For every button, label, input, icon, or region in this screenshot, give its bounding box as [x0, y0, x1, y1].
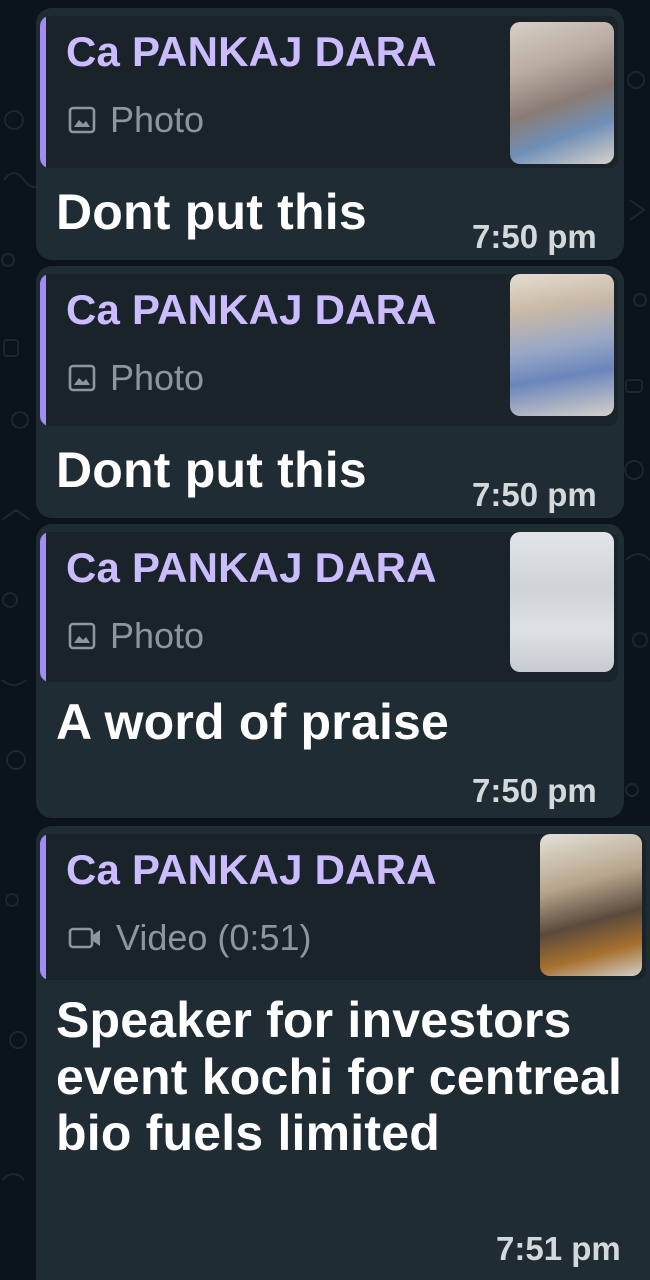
- image-icon: [68, 364, 96, 392]
- quote-accent-bar: [40, 16, 46, 168]
- quoted-photo-thumbnail: [510, 274, 614, 416]
- message-bubble[interactable]: Ca PANKAJ DARA Photo A word of praise 7:…: [36, 524, 624, 818]
- quoted-message[interactable]: Ca PANKAJ DARA Photo: [40, 16, 618, 168]
- quoted-message[interactable]: Ca PANKAJ DARA Photo: [40, 532, 618, 682]
- message-timestamp: 7:50 pm: [472, 772, 597, 809]
- quoted-message[interactable]: Ca PANKAJ DARA Photo: [40, 274, 618, 426]
- quote-accent-bar: [40, 834, 46, 980]
- message-bubble[interactable]: Ca PANKAJ DARA Photo Dont put this 7:50 …: [36, 8, 624, 260]
- media-type-label: Video (0:51): [116, 917, 312, 958]
- quoted-sender-name: Ca PANKAJ DARA: [66, 28, 437, 75]
- media-type-label: Photo: [110, 357, 205, 398]
- quoted-video-thumbnail: [540, 834, 642, 976]
- quoted-sender-name: Ca PANKAJ DARA: [66, 544, 437, 591]
- quote-accent-bar: [40, 532, 46, 682]
- quoted-photo-thumbnail: [510, 532, 614, 672]
- message-timestamp: 7:50 pm: [472, 476, 597, 513]
- quoted-media-label: Photo: [68, 614, 204, 658]
- quote-accent-bar: [40, 274, 46, 426]
- media-type-label: Photo: [110, 99, 205, 140]
- image-icon: [68, 106, 96, 134]
- message-text: Speaker for investors event kochi for ce…: [56, 992, 623, 1161]
- quoted-sender-name: Ca PANKAJ DARA: [66, 286, 437, 333]
- message-bubble[interactable]: Ca PANKAJ DARA Photo Dont put this 7:50 …: [36, 266, 624, 518]
- message-timestamp: 7:50 pm: [472, 218, 597, 255]
- quoted-message[interactable]: Ca PANKAJ DARA Video (0:51): [40, 834, 646, 980]
- image-icon: [68, 622, 96, 650]
- message-timestamp: 7:51 pm: [496, 1230, 621, 1267]
- quoted-media-label: Photo: [68, 98, 204, 142]
- quoted-media-label: Photo: [68, 356, 204, 400]
- message-text: Dont put this: [56, 442, 367, 498]
- quoted-media-label: Video (0:51): [68, 916, 311, 960]
- quoted-sender-name: Ca PANKAJ DARA: [66, 846, 437, 893]
- media-type-label: Photo: [110, 615, 205, 656]
- video-icon: [68, 927, 100, 949]
- message-bubble[interactable]: Ca PANKAJ DARA Video (0:51) Speaker for …: [36, 826, 650, 1280]
- quoted-photo-thumbnail: [510, 22, 614, 164]
- message-text: A word of praise: [56, 694, 450, 750]
- message-text: Dont put this: [56, 184, 367, 240]
